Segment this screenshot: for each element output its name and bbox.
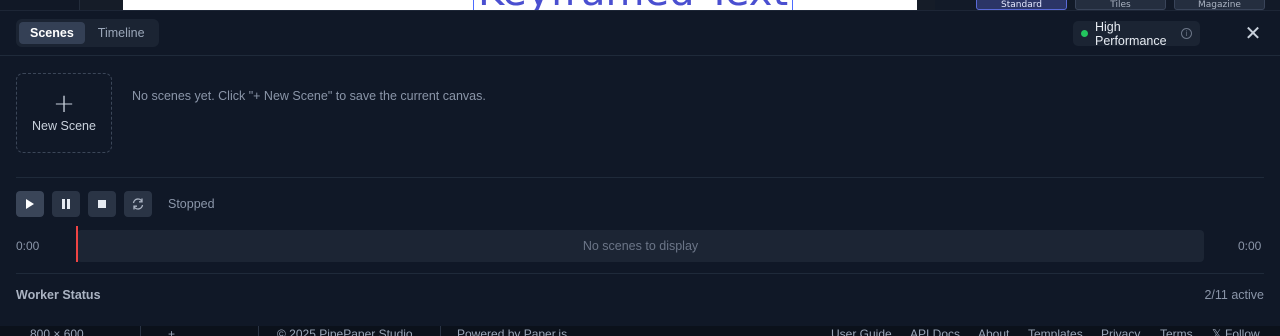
background-editor: Keyframed Text Standard Tiles Magazine [0, 0, 1280, 10]
loop-button[interactable] [124, 191, 152, 217]
scenes-empty-message: No scenes yet. Click "+ New Scene" to sa… [132, 89, 486, 103]
section-divider [16, 273, 1264, 274]
timeline-empty-message: No scenes to display [582, 239, 699, 253]
footer-divider [258, 326, 259, 336]
canvas-area[interactable]: Keyframed Text [123, 0, 917, 10]
stop-icon [98, 200, 106, 208]
template-standard-button[interactable]: Standard [976, 0, 1067, 10]
pause-icon [62, 199, 70, 209]
close-icon[interactable]: ✕ [1243, 23, 1263, 44]
footer-link-api-docs[interactable]: API Docs [910, 327, 960, 336]
new-scene-button[interactable]: + New Scene [16, 73, 112, 153]
playback-controls [16, 191, 152, 217]
play-button[interactable] [16, 191, 44, 217]
plus-icon: + [53, 89, 75, 119]
left-toolbar [0, 0, 80, 10]
canvas-text-object[interactable]: Keyframed Text [473, 0, 794, 10]
panel-header: Scenes Timeline High Performance i ✕ [0, 11, 1280, 56]
panel-tabs: Scenes Timeline [16, 19, 159, 47]
footer-link-privacy[interactable]: Privacy [1101, 327, 1140, 336]
new-scene-label: New Scene [32, 119, 96, 133]
template-tiles-button[interactable]: Tiles [1075, 0, 1166, 10]
info-icon[interactable]: i [1181, 28, 1192, 39]
footer-link-follow[interactable]: 𝕏 Follow [1212, 327, 1260, 336]
play-icon [26, 199, 34, 209]
canvas-size-readout: 800 × 600 [30, 327, 84, 336]
tab-timeline[interactable]: Timeline [87, 22, 156, 44]
performance-label: High Performance [1095, 19, 1167, 48]
section-divider [16, 177, 1264, 178]
worker-status-count: 2/11 active [1204, 288, 1264, 302]
tab-scenes[interactable]: Scenes [19, 22, 85, 44]
copyright-text: © 2025 PipePaper Studio [277, 327, 413, 336]
timeline-track[interactable]: No scenes to display [77, 230, 1204, 262]
pause-button[interactable] [52, 191, 80, 217]
footer-bar: 800 × 600 + © 2025 PipePaper Studio Powe… [0, 326, 1280, 336]
footer-divider [440, 326, 441, 336]
add-icon[interactable]: + [168, 327, 175, 336]
playback-status: Stopped [168, 197, 215, 211]
powered-by-link[interactable]: Powered by Paper.js [457, 327, 567, 336]
footer-link-terms[interactable]: Terms [1160, 327, 1193, 336]
scenes-panel: Scenes Timeline High Performance i ✕ + N… [0, 10, 1280, 326]
status-dot-icon [1081, 30, 1088, 37]
footer-link-user-guide[interactable]: User Guide [831, 327, 892, 336]
template-magazine-button[interactable]: Magazine [1174, 0, 1265, 10]
right-pane: Standard Tiles Magazine [935, 0, 1280, 10]
footer-link-templates[interactable]: Templates [1028, 327, 1083, 336]
playhead[interactable] [76, 226, 78, 262]
loop-icon [132, 198, 144, 210]
stop-button[interactable] [88, 191, 116, 217]
footer-divider [140, 326, 141, 336]
performance-badge[interactable]: High Performance i [1073, 19, 1200, 48]
timeline-end-time: 0:00 [1238, 239, 1262, 253]
footer-link-about[interactable]: About [978, 327, 1009, 336]
worker-status-label: Worker Status [16, 288, 101, 302]
timeline-start-time: 0:00 [16, 239, 40, 253]
